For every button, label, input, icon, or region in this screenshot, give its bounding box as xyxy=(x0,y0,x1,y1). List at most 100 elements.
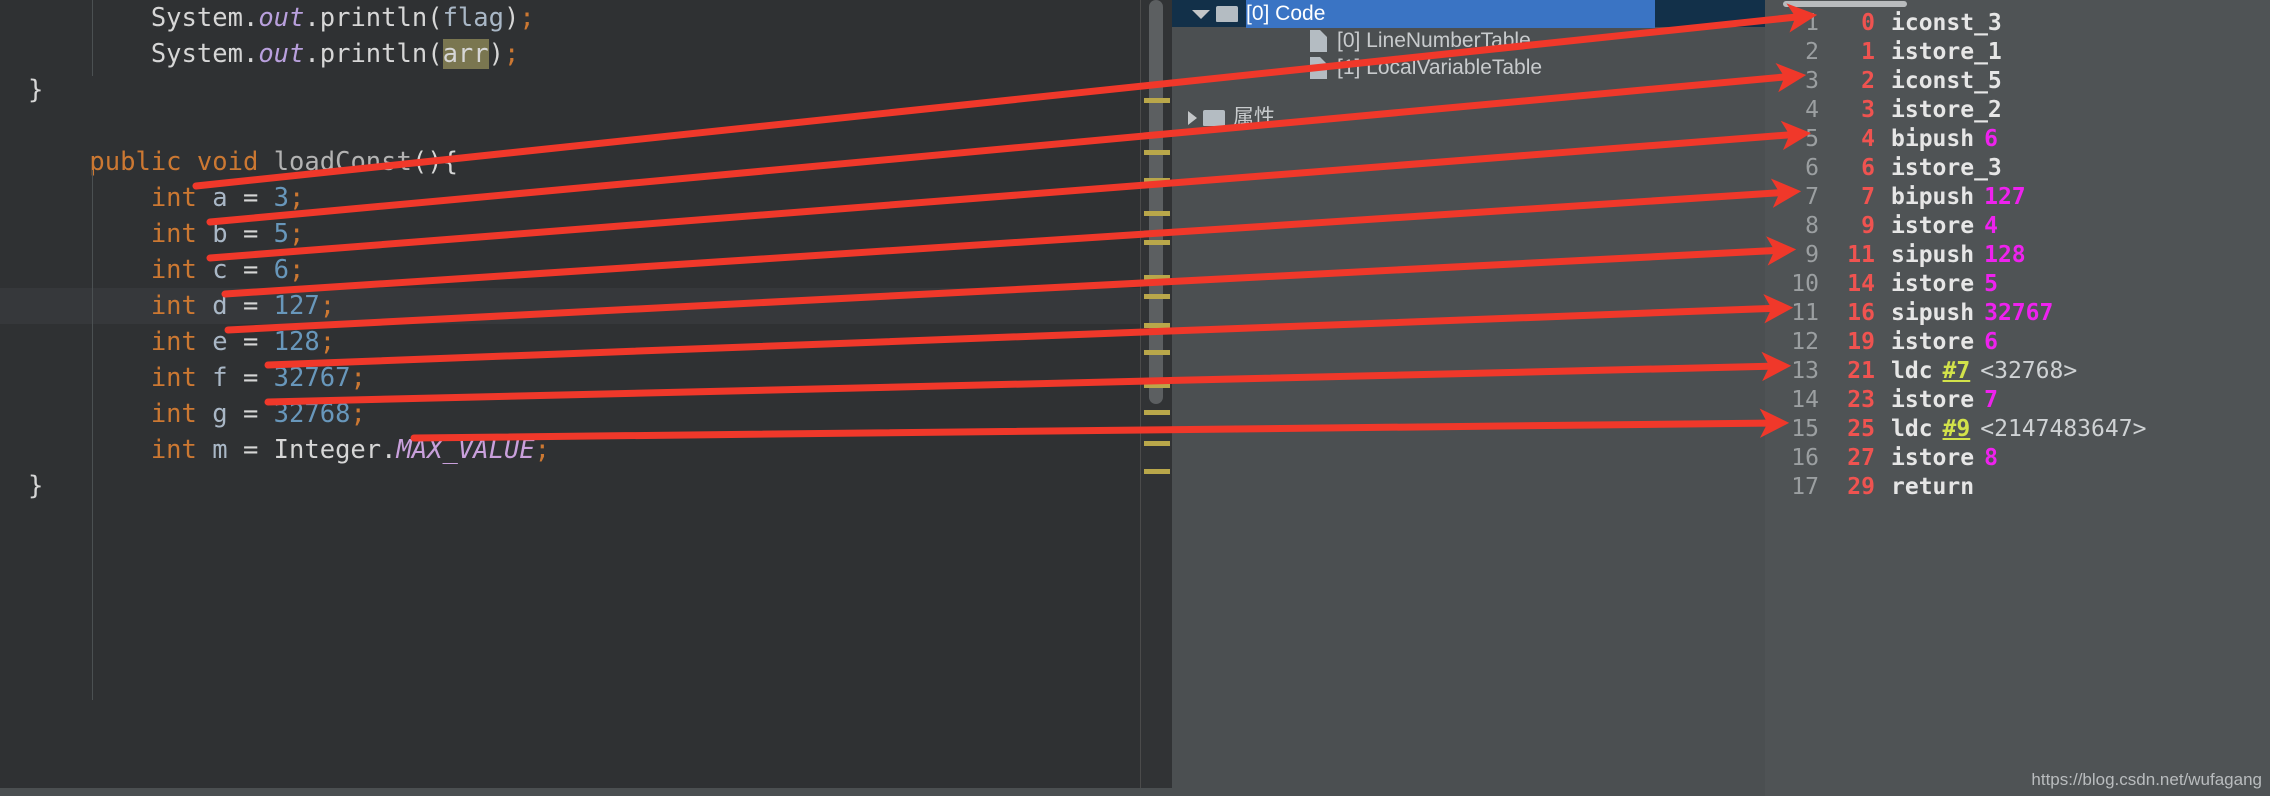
class-structure-tree-panel[interactable]: [0] Code [0] LineNumberTable [1] LocalVari… xyxy=(1172,0,1765,796)
bytecode-panel[interactable]: 1 0 iconst_3 2 1 istore_1 3 2 iconst_5 4 3 istore_2… xyxy=(1765,0,2270,796)
warning-marker[interactable] xyxy=(1144,98,1170,103)
bytecode-line-number: 2 xyxy=(1805,39,1819,65)
warning-marker[interactable] xyxy=(1144,323,1170,328)
bytecode-mnemonic: istore_2 xyxy=(1891,97,2002,123)
warning-marker[interactable] xyxy=(1144,275,1170,280)
bytecode-operand: 7 xyxy=(1984,387,1998,413)
warning-marker[interactable] xyxy=(1144,383,1170,388)
code-line[interactable]: System.out.println(flag); xyxy=(0,0,1140,36)
warning-marker[interactable] xyxy=(1144,441,1170,446)
code-token: ; xyxy=(289,255,305,285)
code-token: arr xyxy=(442,39,489,69)
warning-marker[interactable] xyxy=(1144,150,1170,155)
bytecode-line-number: 17 xyxy=(1791,474,1819,500)
tree-item[interactable]: 属性 xyxy=(1172,104,1765,131)
code-token: a xyxy=(212,183,228,213)
code-token: . xyxy=(304,39,320,69)
bytecode-operand: 5 xyxy=(1984,271,1998,297)
warning-marker[interactable] xyxy=(1144,178,1170,183)
bytecode-horizontal-scrollbar-track[interactable] xyxy=(1765,0,2270,9)
bytecode-row[interactable]: 5 4 bipush 6 xyxy=(1765,125,2270,154)
warning-marker[interactable] xyxy=(1144,211,1170,216)
code-line[interactable]: } xyxy=(0,72,1140,108)
warning-marker[interactable] xyxy=(1144,410,1170,415)
warning-marker[interactable] xyxy=(1144,294,1170,299)
code-line[interactable]: int d = 127; xyxy=(0,288,1140,324)
bytecode-mnemonic: istore xyxy=(1891,387,1975,413)
bytecode-row[interactable]: 2 1 istore_1 xyxy=(1765,38,2270,67)
bytecode-constant-ref-link[interactable]: #9 xyxy=(1943,416,1971,442)
code-line[interactable]: int e = 128; xyxy=(0,324,1140,360)
code-token: = xyxy=(227,363,274,393)
bytecode-constant-ref-link[interactable]: #7 xyxy=(1943,358,1971,384)
code-line[interactable]: } xyxy=(0,468,1140,504)
code-token: 6 xyxy=(273,255,290,285)
bytecode-row[interactable]: 10 14 istore 5 xyxy=(1765,270,2270,299)
bytecode-row[interactable]: 16 27 istore 8 xyxy=(1765,444,2270,473)
warning-marker[interactable] xyxy=(1144,350,1170,355)
bytecode-row[interactable]: 15 25 ldc #9 <2147483647> xyxy=(1765,415,2270,444)
code-editor-panel[interactable]: System.out.println(flag); System.out.pri… xyxy=(0,0,1172,796)
code-token: = xyxy=(227,327,274,357)
code-line[interactable]: int a = 3; xyxy=(0,180,1140,216)
warning-marker[interactable] xyxy=(1144,240,1170,245)
bytecode-offset: 29 xyxy=(1847,474,1875,500)
tree-item[interactable]: [0] Code xyxy=(1172,0,1765,28)
code-token: 3 xyxy=(273,183,290,213)
editor-marker-gutter[interactable] xyxy=(1140,0,1173,796)
code-line[interactable]: int f = 32767; xyxy=(0,360,1140,396)
bytecode-row[interactable]: 17 29 return xyxy=(1765,473,2270,502)
bytecode-mnemonic: istore xyxy=(1891,213,1975,239)
bytecode-row[interactable]: 13 21 ldc #7 <32768> xyxy=(1765,357,2270,386)
code-token: e xyxy=(212,327,228,357)
code-token: d xyxy=(212,291,228,321)
bytecode-row[interactable]: 6 6 istore_3 xyxy=(1765,154,2270,183)
code-token: . xyxy=(242,3,259,33)
bytecode-horizontal-scrollbar-thumb[interactable] xyxy=(1783,1,1907,7)
code-line[interactable]: int m = Integer.MAX_VALUE; xyxy=(0,432,1140,468)
bytecode-row[interactable]: 1 0 iconst_3 xyxy=(1765,9,2270,38)
bytecode-offset: 25 xyxy=(1847,416,1875,442)
bytecode-offset: 11 xyxy=(1847,242,1875,268)
tree-item[interactable]: [1] LocalVariableTable xyxy=(1172,54,1765,81)
bytecode-row[interactable]: 4 3 istore_2 xyxy=(1765,96,2270,125)
bytecode-row[interactable]: 12 19 istore 6 xyxy=(1765,328,2270,357)
chevron-right-icon[interactable] xyxy=(1188,111,1197,126)
code-token: (){ xyxy=(411,147,458,177)
bytecode-offset: 27 xyxy=(1847,445,1875,471)
bytecode-row[interactable]: 7 7 bipush 127 xyxy=(1765,183,2270,212)
bytecode-row[interactable]: 11 16 sipush 32767 xyxy=(1765,299,2270,328)
bytecode-row[interactable]: 8 9 istore 4 xyxy=(1765,212,2270,241)
code-line[interactable]: System.out.println(arr); xyxy=(0,36,1140,72)
bytecode-line-number: 14 xyxy=(1791,387,1819,413)
warning-marker[interactable] xyxy=(1144,469,1170,474)
code-line[interactable]: public void loadConst(){ xyxy=(0,144,1140,180)
bytecode-row[interactable]: 9 11 sipush 128 xyxy=(1765,241,2270,270)
bytecode-mnemonic: bipush xyxy=(1891,126,1975,152)
code-line[interactable]: int c = 6; xyxy=(0,252,1140,288)
code-line[interactable]: int b = 5; xyxy=(0,216,1140,252)
bytecode-row[interactable]: 3 2 iconst_5 xyxy=(1765,67,2270,96)
code-line[interactable] xyxy=(0,108,1140,144)
chevron-down-icon[interactable] xyxy=(1192,9,1210,19)
tree-item-label: [0] Code xyxy=(1246,0,1656,28)
bytecode-mnemonic: bipush xyxy=(1891,184,1975,210)
code-text-area[interactable]: System.out.println(flag); System.out.pri… xyxy=(0,0,1140,796)
bytecode-row[interactable]: 14 23 istore 7 xyxy=(1765,386,2270,415)
code-line[interactable]: int g = 32768; xyxy=(0,396,1140,432)
code-token: . xyxy=(242,39,259,69)
code-token: = xyxy=(227,183,274,213)
editor-scrollbar-thumb[interactable] xyxy=(1149,0,1163,404)
tree-item[interactable]: [0] LineNumberTable xyxy=(1172,27,1765,54)
